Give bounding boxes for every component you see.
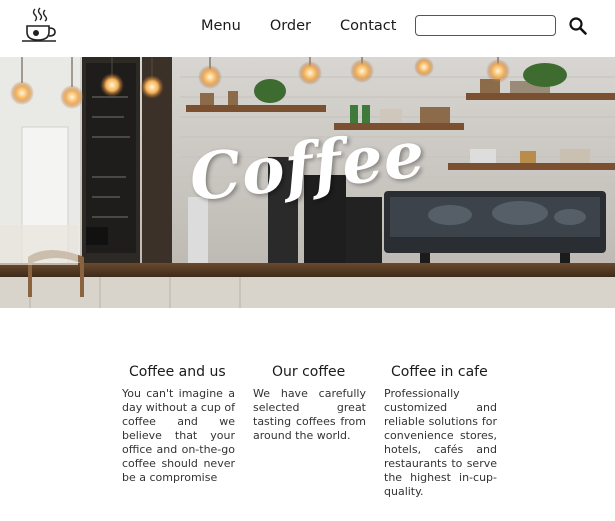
feature-card: Coffee and us You can't imagine a day wi…	[122, 364, 235, 485]
site-header: Menu Order Contact	[0, 0, 615, 57]
feature-text: We have carefully selected great tasting…	[253, 387, 366, 442]
coffee-cup-icon[interactable]	[19, 6, 59, 46]
nav-order[interactable]: Order	[270, 18, 311, 34]
search-icon[interactable]	[568, 16, 588, 36]
main-nav: Menu Order Contact	[201, 18, 425, 34]
hero-banner: Coffee	[0, 57, 615, 308]
nav-menu[interactable]: Menu	[201, 18, 241, 34]
search-input[interactable]	[415, 15, 556, 36]
feature-text: Professionally customized and reliable s…	[384, 387, 497, 498]
feature-title: Coffee and us	[129, 364, 226, 380]
feature-text: You can't imagine a day without a cup of…	[122, 387, 235, 484]
feature-title: Coffee in cafe	[391, 364, 488, 380]
nav-contact[interactable]: Contact	[340, 18, 396, 34]
feature-title: Our coffee	[272, 364, 346, 380]
feature-card: Our coffee We have carefully selected gr…	[253, 364, 366, 443]
feature-card: Coffee in cafe Professionally customized…	[384, 364, 497, 499]
